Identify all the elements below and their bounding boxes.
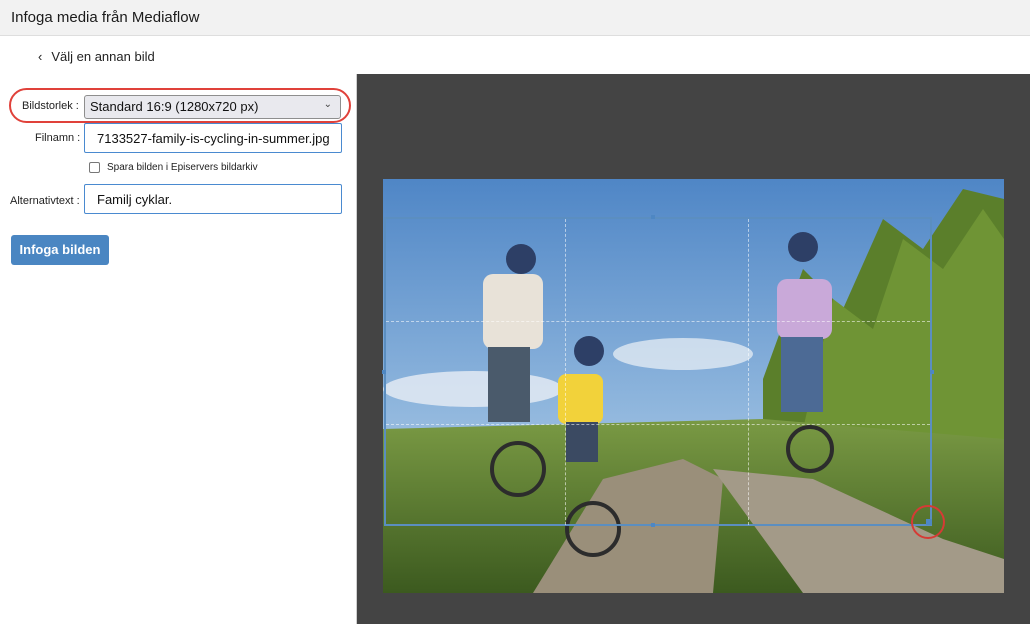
filename-input[interactable]: 7133527-family-is-cycling-in-summer.jpg <box>84 123 342 153</box>
dialog-title-bar: Infoga media från Mediaflow <box>0 0 1030 36</box>
filename-label: Filnamn : <box>35 132 81 144</box>
highlight-ring <box>9 88 351 123</box>
save-checkbox-label: Spara bilden i Episervers bildarkiv <box>107 162 258 173</box>
save-checkbox[interactable] <box>89 162 100 173</box>
alt-label: Alternativtext : <box>10 195 80 207</box>
crop-frame[interactable] <box>384 217 932 526</box>
crop-handle-bottom[interactable] <box>651 523 655 527</box>
highlight-ring-corner <box>911 505 945 539</box>
crop-grid-line <box>386 424 930 425</box>
crop-grid-line <box>565 219 566 525</box>
chevron-left-icon: ‹ <box>38 49 43 64</box>
crop-grid-line <box>748 219 749 525</box>
crop-grid-line <box>386 321 930 322</box>
crop-handle-right[interactable] <box>930 370 934 374</box>
back-bar: ‹ Välj en annan bild <box>0 37 1030 74</box>
settings-panel <box>0 74 357 624</box>
crop-handle-top[interactable] <box>651 215 655 219</box>
crop-handle-left[interactable] <box>382 370 386 374</box>
alt-text-input[interactable]: Familj cyklar. <box>84 184 342 214</box>
insert-image-button[interactable]: Infoga bilden <box>11 235 109 265</box>
back-link-label: Välj en annan bild <box>51 49 155 64</box>
back-link[interactable]: ‹ Välj en annan bild <box>38 49 155 64</box>
dialog-title: Infoga media från Mediaflow <box>11 9 200 26</box>
